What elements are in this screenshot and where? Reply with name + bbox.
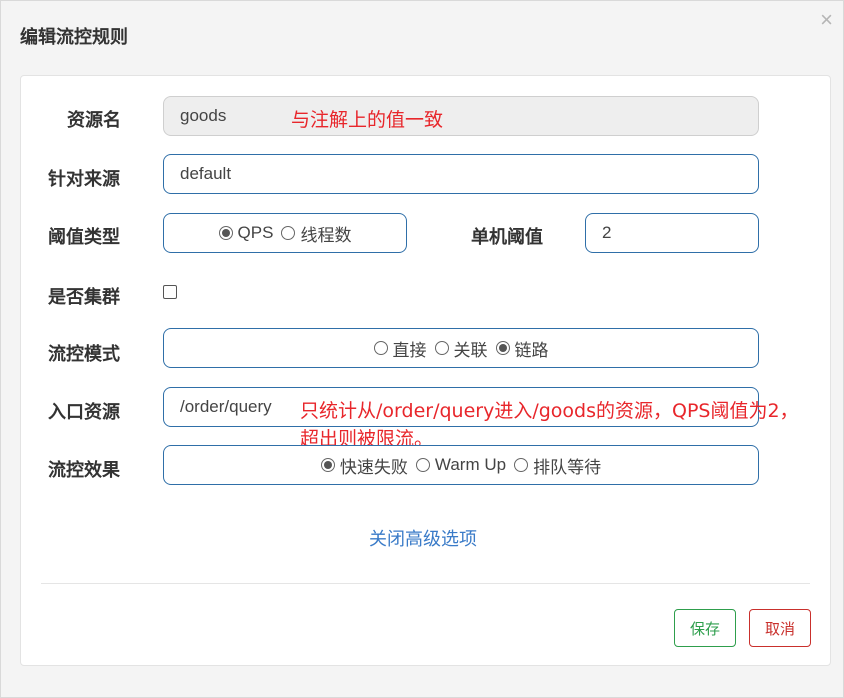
cancel-button[interactable]: 取消 [749,609,811,647]
close-icon[interactable]: × [820,7,833,33]
threshold-input[interactable]: 2 [585,213,759,253]
radio-selected-icon[interactable] [320,458,335,472]
cluster-label: 是否集群 [48,287,120,308]
strategy-chain[interactable]: 链路 [495,336,549,361]
ref-resource-label: 入口资源 [48,402,120,423]
form-panel: 资源名 goods 与注解上的值一致 针对来源 default 阈值类型 QPS… [20,75,831,666]
limit-app-label: 针对来源 [48,169,120,190]
ref-resource-annotation-line1: 只统计从/order/query进入/goods的资源，QPS阈值为2， [300,400,799,422]
dialog-title: 编辑流控规则 [20,27,128,48]
threshold-type-thread[interactable]: 线程数 [281,221,351,246]
cluster-checkbox[interactable] [163,285,177,299]
control-behavior-group: 快速失败 Warm Up 排队等待 [163,445,759,485]
resource-label: 资源名 [67,110,121,131]
radio-icon[interactable] [415,458,430,472]
strategy-group: 直接 关联 链路 [163,328,759,368]
toggle-advanced-link[interactable]: 关闭高级选项 [369,525,477,551]
limit-app-input[interactable]: default [163,154,759,194]
radio-selected-icon[interactable] [495,341,510,355]
strategy-label: 流控模式 [48,344,120,365]
behavior-warm-up[interactable]: Warm Up [415,455,506,475]
footer-divider [41,583,810,584]
radio-icon[interactable] [514,458,529,472]
threshold-type-label: 阈值类型 [48,227,120,248]
threshold-type-group: QPS 线程数 [163,213,407,253]
strategy-relate[interactable]: 关联 [434,336,488,361]
radio-selected-icon[interactable] [218,226,233,240]
threshold-label: 单机阈值 [471,227,543,248]
radio-icon[interactable] [281,226,296,240]
resource-input: goods [163,96,759,136]
threshold-type-qps[interactable]: QPS [218,223,273,243]
behavior-fast-fail[interactable]: 快速失败 [320,453,408,478]
radio-icon[interactable] [434,341,449,355]
control-behavior-label: 流控效果 [48,460,120,481]
behavior-queue[interactable]: 排队等待 [514,453,601,478]
save-button[interactable]: 保存 [674,609,736,647]
resource-annotation: 与注解上的值一致 [291,109,444,131]
strategy-direct[interactable]: 直接 [373,336,427,361]
edit-flow-rule-dialog: 编辑流控规则 × 资源名 goods 与注解上的值一致 针对来源 default… [0,0,844,698]
radio-icon[interactable] [373,341,388,355]
